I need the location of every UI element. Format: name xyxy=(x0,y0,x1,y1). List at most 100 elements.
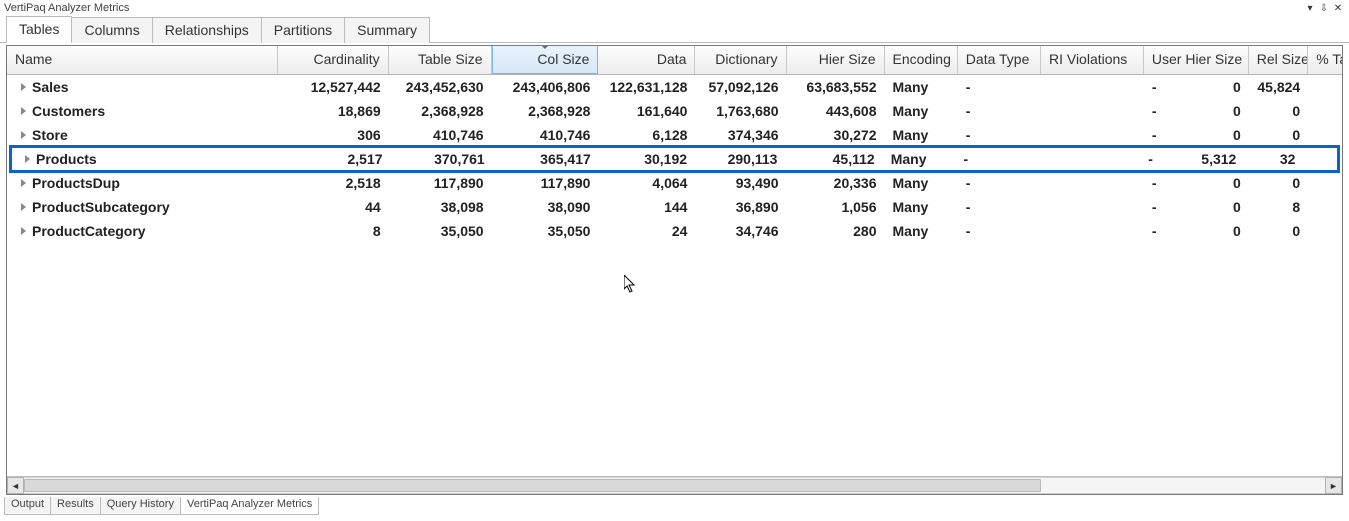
row-name: Customers xyxy=(32,103,105,119)
cell-col-size: 365,417 xyxy=(493,151,599,167)
cell-encoding: Many xyxy=(885,103,958,119)
table-row[interactable]: ProductSubcategory4438,09838,09014436,89… xyxy=(7,195,1342,219)
cell-data: 30,192 xyxy=(599,151,695,167)
cell-data-type: - xyxy=(958,175,1041,191)
grid-body: Sales12,527,442243,452,630243,406,806122… xyxy=(7,75,1342,476)
grid-panel: Name Cardinality Table Size Col Size Dat… xyxy=(6,45,1343,495)
titlebar: VertiPaq Analyzer Metrics ▾ ⇩ ✕ xyxy=(0,0,1349,16)
cell-dictionary: 57,092,126 xyxy=(695,79,786,95)
col-header-rel-size[interactable]: Rel Size xyxy=(1249,46,1308,74)
cell-table-size: 370,761 xyxy=(391,151,493,167)
sort-desc-icon xyxy=(540,46,550,49)
close-icon[interactable]: ✕ xyxy=(1331,3,1345,14)
cell-encoding: Many xyxy=(883,151,956,167)
cell-user-hier-size: -0 xyxy=(1144,175,1249,191)
col-header-data[interactable]: Data xyxy=(598,46,695,74)
tab-tables[interactable]: Tables xyxy=(6,16,72,43)
cell-encoding: Many xyxy=(885,175,958,191)
cell-hier-size: 280 xyxy=(787,223,885,239)
col-header-table-size[interactable]: Table Size xyxy=(389,46,492,74)
cell-hier-size: 1,056 xyxy=(787,199,885,215)
row-name: ProductsDup xyxy=(32,175,120,191)
cell-table-size: 2,368,928 xyxy=(389,103,492,119)
cell-rel-size: 0 xyxy=(1249,127,1308,143)
cell-cardinality: 2,518 xyxy=(278,175,389,191)
bottom-tab-results[interactable]: Results xyxy=(50,497,101,515)
horizontal-scrollbar[interactable]: ◄ ► xyxy=(7,476,1342,494)
cell-cardinality: 18,869 xyxy=(278,103,389,119)
cell-rel-size: 32 xyxy=(1244,151,1303,167)
cell-data: 4,064 xyxy=(598,175,695,191)
dropdown-icon[interactable]: ▾ xyxy=(1303,3,1317,14)
row-name: Sales xyxy=(32,79,69,95)
expand-icon[interactable] xyxy=(21,179,26,187)
expand-icon[interactable] xyxy=(21,83,26,91)
cell-data: 122,631,128 xyxy=(598,79,695,95)
cell-dictionary: 290,113 xyxy=(695,151,785,167)
scrollbar-track[interactable] xyxy=(24,477,1325,494)
scrollbar-thumb[interactable] xyxy=(24,479,1041,492)
table-row[interactable]: ProductCategory835,05035,0502434,746280M… xyxy=(7,219,1342,243)
cell-user-hier-size: -0 xyxy=(1144,79,1249,95)
cell-dictionary: 1,763,680 xyxy=(695,103,786,119)
bottom-tab-vertipaq[interactable]: VertiPaq Analyzer Metrics xyxy=(180,497,319,515)
tab-columns[interactable]: Columns xyxy=(71,17,152,43)
table-row[interactable]: ProductsDup2,518117,890117,8904,06493,49… xyxy=(7,171,1342,195)
expand-icon[interactable] xyxy=(21,107,26,115)
cell-col-size: 35,050 xyxy=(492,223,599,239)
tab-relationships[interactable]: Relationships xyxy=(152,17,262,43)
cell-hier-size: 30,272 xyxy=(787,127,885,143)
table-row[interactable]: Customers18,8692,368,9282,368,928161,640… xyxy=(7,99,1342,123)
cell-data-type: - xyxy=(958,127,1041,143)
cell-encoding: Many xyxy=(885,79,958,95)
pin-icon[interactable]: ⇩ xyxy=(1317,3,1331,14)
cell-user-hier-size: -0 xyxy=(1144,199,1249,215)
col-header-name[interactable]: Name xyxy=(7,46,278,74)
row-name: ProductSubcategory xyxy=(32,199,170,215)
cell-rel-size: 45,824 xyxy=(1249,79,1308,95)
expand-icon[interactable] xyxy=(21,203,26,211)
top-tabstrip: Tables Columns Relationships Partitions … xyxy=(0,16,1349,43)
scroll-left-icon[interactable]: ◄ xyxy=(7,477,24,494)
cell-cardinality: 2,517 xyxy=(281,151,391,167)
row-name: Store xyxy=(32,127,68,143)
cell-hier-size: 45,112 xyxy=(785,151,882,167)
expand-icon[interactable] xyxy=(25,155,30,163)
col-header-cardinality[interactable]: Cardinality xyxy=(278,46,389,74)
col-header-dictionary[interactable]: Dictionary xyxy=(695,46,786,74)
cell-table-size: 35,050 xyxy=(389,223,492,239)
tab-summary[interactable]: Summary xyxy=(344,17,430,43)
cell-cardinality: 12,527,442 xyxy=(278,79,389,95)
cell-user-hier-size: -0 xyxy=(1144,103,1249,119)
bottom-tab-output[interactable]: Output xyxy=(4,497,51,515)
col-header-data-type[interactable]: Data Type xyxy=(958,46,1041,74)
bottom-tab-query-history[interactable]: Query History xyxy=(100,497,181,515)
cell-table-size: 243,452,630 xyxy=(389,79,492,95)
grid-header: Name Cardinality Table Size Col Size Dat… xyxy=(7,46,1342,75)
col-header-user-hier-size[interactable]: User Hier Size xyxy=(1144,46,1249,74)
cell-hier-size: 443,608 xyxy=(787,103,885,119)
cell-dictionary: 374,346 xyxy=(695,127,786,143)
table-row[interactable]: Store306410,746410,7466,128374,34630,272… xyxy=(7,123,1342,147)
cell-hier-size: 63,683,552 xyxy=(787,79,885,95)
cell-data-type: - xyxy=(958,79,1041,95)
col-header-ri-violations[interactable]: RI Violations xyxy=(1041,46,1144,74)
row-name: Products xyxy=(36,151,97,167)
cell-col-size: 38,090 xyxy=(492,199,599,215)
col-header-pct-table[interactable]: % Ta xyxy=(1308,46,1342,74)
cell-rel-size: 0 xyxy=(1249,223,1308,239)
col-header-col-size[interactable]: Col Size xyxy=(492,46,599,74)
cell-col-size: 2,368,928 xyxy=(492,103,599,119)
cell-col-size: 410,746 xyxy=(492,127,599,143)
col-header-hier-size[interactable]: Hier Size xyxy=(787,46,885,74)
cell-rel-size: 0 xyxy=(1249,175,1308,191)
expand-icon[interactable] xyxy=(21,131,26,139)
table-row[interactable]: Products 2,517370,761365,41730,192290,113… xyxy=(9,145,1340,173)
tab-partitions[interactable]: Partitions xyxy=(261,17,345,43)
table-row[interactable]: Sales12,527,442243,452,630243,406,806122… xyxy=(7,75,1342,99)
cell-data: 144 xyxy=(598,199,695,215)
scroll-right-icon[interactable]: ► xyxy=(1325,477,1342,494)
window-title: VertiPaq Analyzer Metrics xyxy=(4,2,129,14)
expand-icon[interactable] xyxy=(21,227,26,235)
col-header-encoding[interactable]: Encoding xyxy=(885,46,958,74)
